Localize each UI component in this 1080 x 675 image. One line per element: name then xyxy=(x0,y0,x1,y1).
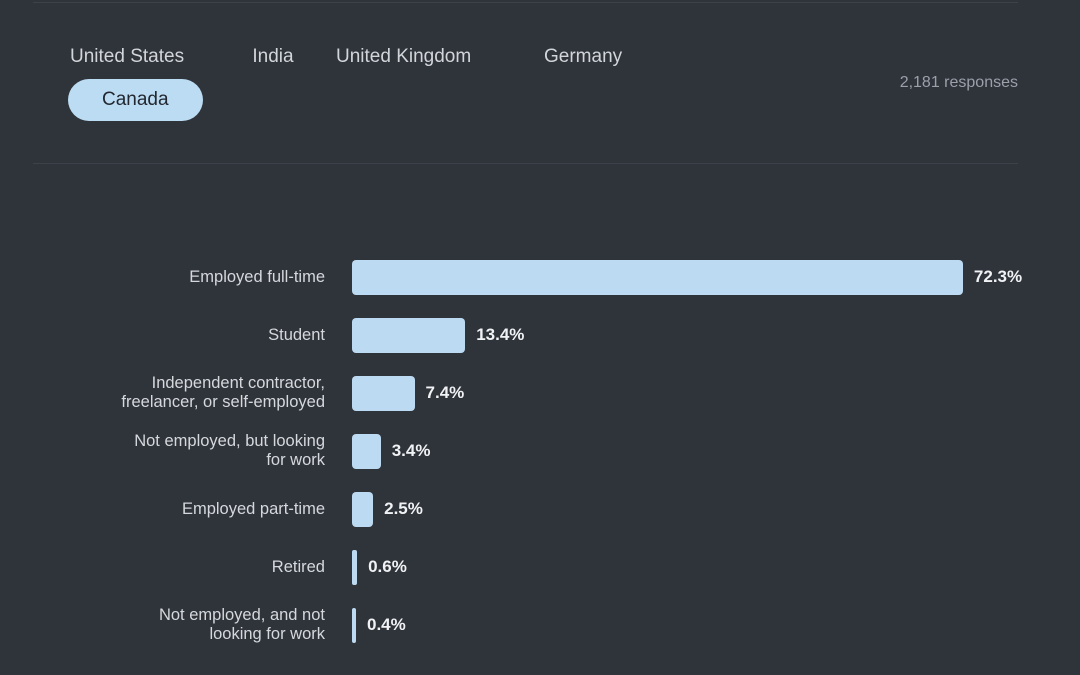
table-row: Not employed, and not looking for work 0… xyxy=(0,596,1080,654)
bar-track: 0.6% xyxy=(325,550,1080,585)
bar-value-label: 0.6% xyxy=(368,557,407,577)
bar-category-label: Independent contractor, freelancer, or s… xyxy=(0,374,325,412)
tab-india[interactable]: India xyxy=(224,37,322,77)
bar-fill xyxy=(352,318,465,353)
table-row: Student 13.4% xyxy=(0,306,1080,364)
table-row: Retired 0.6% xyxy=(0,538,1080,596)
bar-category-label: Employed part-time xyxy=(0,500,325,519)
response-count: 2,181 responses xyxy=(900,74,1018,92)
tab-germany[interactable]: Germany xyxy=(530,37,658,77)
bar-fill xyxy=(352,260,963,295)
bar-value-label: 2.5% xyxy=(384,499,423,519)
bar-category-label: Employed full-time xyxy=(0,268,325,287)
bar-track: 0.4% xyxy=(325,608,1080,643)
bar-track: 3.4% xyxy=(325,434,1080,469)
header-divider xyxy=(33,163,1018,164)
bar-fill xyxy=(352,550,357,585)
bar-track: 2.5% xyxy=(325,492,1080,527)
table-row: Not employed, but looking for work 3.4% xyxy=(0,422,1080,480)
bar-value-label: 0.4% xyxy=(367,615,406,635)
tab-united-kingdom[interactable]: United Kingdom xyxy=(322,37,530,77)
country-filter-tabs[interactable]: United States India United Kingdom Germa… xyxy=(56,36,776,122)
bar-track: 7.4% xyxy=(325,376,1080,411)
top-divider xyxy=(33,2,1018,3)
bar-value-label: 7.4% xyxy=(426,383,465,403)
bar-category-label: Not employed, and not looking for work xyxy=(0,606,325,644)
bar-chart: Employed full-time 72.3% Student 13.4% I… xyxy=(0,248,1080,654)
table-row: Employed full-time 72.3% xyxy=(0,248,1080,306)
bar-fill xyxy=(352,434,381,469)
bar-category-label: Not employed, but looking for work xyxy=(0,432,325,470)
bar-value-label: 3.4% xyxy=(392,441,431,461)
bar-value-label: 13.4% xyxy=(476,325,524,345)
employment-status-chart-panel: United States India United Kingdom Germa… xyxy=(0,0,1080,675)
bar-category-label: Student xyxy=(0,326,325,345)
bar-fill xyxy=(352,608,356,643)
table-row: Independent contractor, freelancer, or s… xyxy=(0,364,1080,422)
bar-fill xyxy=(352,376,415,411)
bar-value-label: 72.3% xyxy=(974,267,1022,287)
tab-united-states[interactable]: United States xyxy=(56,37,224,77)
bar-fill xyxy=(352,492,373,527)
bar-track: 72.3% xyxy=(325,260,1080,295)
tab-canada[interactable]: Canada xyxy=(68,79,203,121)
table-row: Employed part-time 2.5% xyxy=(0,480,1080,538)
bar-category-label: Retired xyxy=(0,558,325,577)
bar-track: 13.4% xyxy=(325,318,1080,353)
